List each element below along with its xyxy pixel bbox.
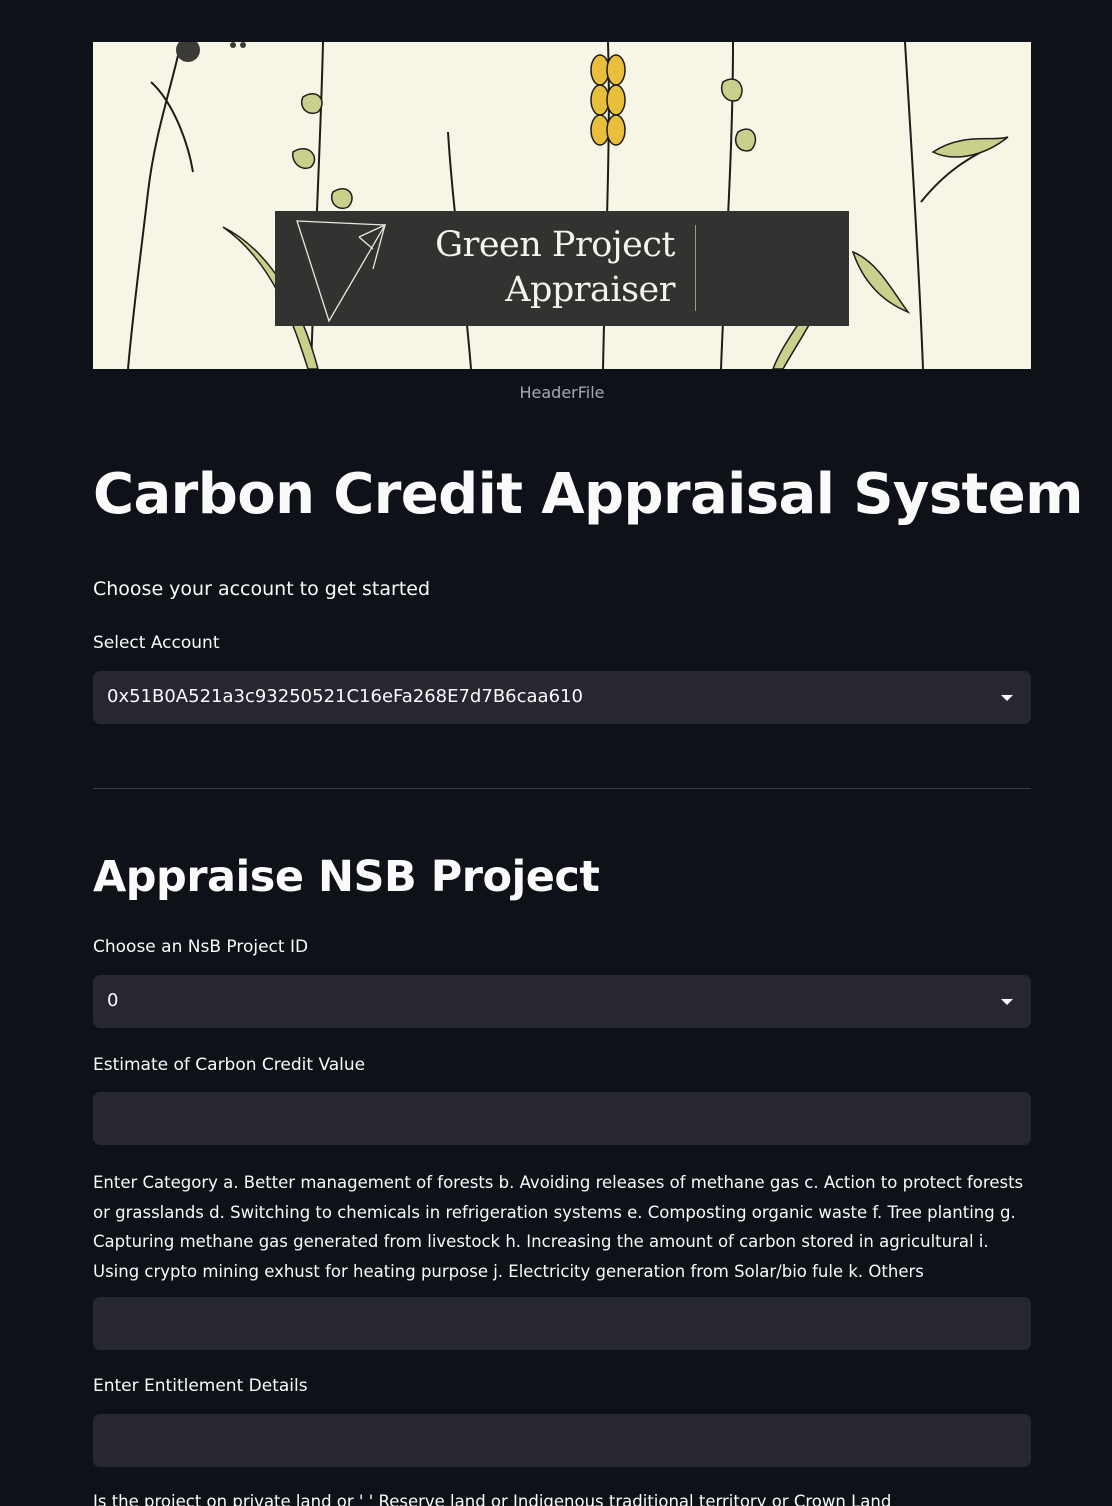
banner-divider bbox=[695, 225, 696, 311]
section-divider bbox=[93, 788, 1031, 789]
estimate-input[interactable] bbox=[93, 1092, 1031, 1145]
logo-mark-icon bbox=[296, 220, 387, 323]
page-title: Carbon Credit Appraisal System bbox=[93, 462, 1083, 527]
header-banner-image: Green Project Appraiser bbox=[93, 42, 1031, 369]
entitlement-label: Enter Entitlement Details bbox=[93, 1376, 308, 1396]
account-select-value: 0x51B0A521a3c93250521C16eFa268E7d7B6caa6… bbox=[107, 686, 583, 707]
intro-text: Choose your account to get started bbox=[93, 578, 431, 600]
estimate-label: Estimate of Carbon Credit Value bbox=[93, 1055, 366, 1075]
banner-logo-box: Green Project Appraiser bbox=[275, 211, 849, 326]
chevron-down-icon bbox=[1001, 695, 1013, 701]
project-id-label: Choose an NsB Project ID bbox=[93, 937, 309, 957]
app-page: Green Project Appraiser HeaderFile Carbo… bbox=[0, 0, 1112, 1506]
chevron-down-icon bbox=[1001, 999, 1013, 1005]
category-input[interactable] bbox=[93, 1297, 1031, 1350]
account-select[interactable]: 0x51B0A521a3c93250521C16eFa268E7d7B6caa6… bbox=[93, 671, 1031, 724]
banner-caption: HeaderFile bbox=[519, 383, 605, 402]
project-id-select-value: 0 bbox=[107, 990, 119, 1011]
category-label: Enter Category a. Better management of f… bbox=[93, 1173, 1024, 1281]
section-title: Appraise NSB Project bbox=[93, 852, 600, 902]
entitlement-input[interactable] bbox=[93, 1414, 1031, 1467]
land-question-label: Is the project on private land or ' ' Re… bbox=[93, 1492, 892, 1506]
account-select-label: Select Account bbox=[93, 633, 220, 653]
project-id-select[interactable]: 0 bbox=[93, 975, 1031, 1028]
banner-title: Green Project Appraiser bbox=[435, 225, 675, 310]
